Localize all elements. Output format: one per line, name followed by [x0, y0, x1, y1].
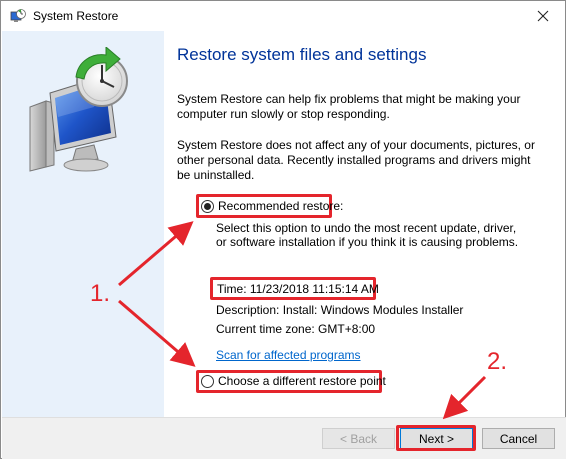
annotation-step-2: 2.	[487, 348, 508, 375]
close-icon	[537, 10, 549, 22]
different-restore-label: Choose a different restore point	[218, 374, 386, 388]
scan-affected-programs-link[interactable]: Scan for affected programs	[216, 348, 361, 362]
recommended-description-line2: or software installation if you think it…	[216, 235, 519, 249]
title-bar: System Restore	[1, 1, 565, 31]
window-title: System Restore	[33, 9, 119, 23]
close-button[interactable]	[521, 1, 565, 31]
restore-time: Time: 11/23/2018 11:15:14 AM	[217, 282, 379, 296]
radio-checked-icon	[201, 199, 214, 213]
arrow-to-next	[442, 375, 487, 420]
page-title: Restore system files and settings	[177, 45, 427, 64]
safety-paragraph: System Restore does not affect any of yo…	[177, 138, 535, 182]
cancel-button[interactable]: Cancel	[482, 428, 555, 449]
annotation-step-1: 1.	[90, 280, 111, 307]
system-restore-icon	[10, 8, 26, 24]
system-restore-window: System Restore Restore system files and …	[0, 0, 566, 459]
back-button[interactable]: < Back	[322, 428, 395, 449]
sidebar-panel	[2, 31, 164, 417]
recommended-restore-radio[interactable]: Recommended restore:	[201, 199, 343, 213]
restore-description: Description: Install: Windows Modules In…	[216, 303, 464, 317]
button-bar: < Back Next > Cancel	[2, 417, 566, 459]
restore-timezone: Current time zone: GMT+8:00	[216, 322, 376, 336]
recommended-restore-label: Recommended restore:	[218, 199, 344, 213]
radio-unchecked-icon	[201, 374, 214, 388]
intro-paragraph: System Restore can help fix problems tha…	[177, 92, 521, 121]
different-restore-radio[interactable]: Choose a different restore point	[201, 374, 386, 388]
next-button-highlight	[396, 425, 476, 451]
recommended-description-line1: Select this option to undo the most rece…	[216, 221, 517, 235]
computer-restore-clock-icon	[29, 47, 128, 172]
